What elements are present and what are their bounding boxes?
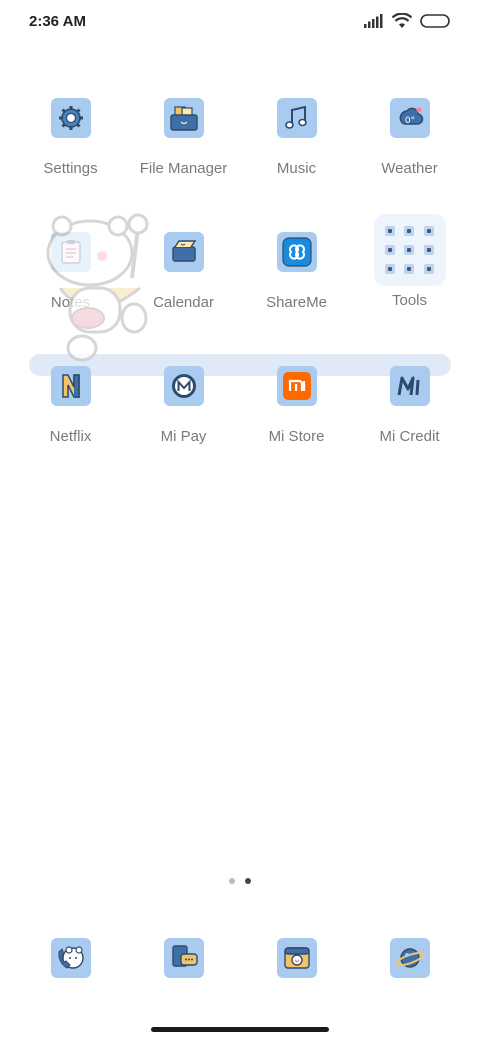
browser-planet-icon xyxy=(389,938,430,978)
dock-camera[interactable] xyxy=(240,936,353,978)
app-label: Calendar xyxy=(153,294,214,311)
signal-icon xyxy=(364,14,383,28)
status-bar: 2:36 AM xyxy=(0,0,480,44)
phone-icon xyxy=(50,938,91,978)
app-netflix[interactable]: Netflix xyxy=(14,364,127,498)
app-mi-pay[interactable]: Mi Pay xyxy=(127,364,240,498)
gear-icon xyxy=(50,98,91,138)
app-file-manager[interactable]: File Manager xyxy=(127,96,240,230)
app-label: Tools xyxy=(391,292,428,309)
app-settings[interactable]: Settings xyxy=(14,96,127,230)
battery-icon xyxy=(420,14,450,28)
svg-text:0°: 0° xyxy=(404,116,414,126)
weather-icon: 0° xyxy=(389,98,430,138)
app-grid: Settings File Manager Music 0° Weather N… xyxy=(14,96,466,498)
folder-icon xyxy=(163,98,204,138)
dock xyxy=(14,936,466,978)
app-label: Mi Store xyxy=(268,428,325,445)
app-label: Notes xyxy=(50,294,91,311)
app-label: File Manager xyxy=(139,160,228,177)
netflix-n-icon xyxy=(50,366,91,406)
dock-browser[interactable] xyxy=(353,936,466,978)
mi-credit-icon xyxy=(389,366,430,406)
mi-pay-icon xyxy=(163,366,204,406)
app-label: Mi Pay xyxy=(160,428,207,445)
infinity-icon xyxy=(276,232,317,272)
status-time: 2:36 AM xyxy=(29,13,86,30)
app-notes[interactable]: Notes xyxy=(14,230,127,364)
mi-store-icon xyxy=(276,366,317,406)
app-mi-credit[interactable]: Mi Credit xyxy=(353,364,466,498)
app-label: Weather xyxy=(381,160,438,177)
camera-icon xyxy=(276,938,317,978)
app-row: Notes Calendar ShareMe Tools xyxy=(14,214,466,364)
app-label: Mi Credit xyxy=(379,428,440,445)
tools-folder-icon xyxy=(373,214,446,286)
dock-phone[interactable] xyxy=(14,936,127,978)
page-indicator xyxy=(0,878,480,884)
app-row: Settings File Manager Music 0° Weather xyxy=(14,96,466,230)
home-indicator[interactable] xyxy=(151,1027,329,1032)
page-dot[interactable] xyxy=(229,878,235,884)
app-mi-store[interactable]: Mi Store xyxy=(240,364,353,498)
notes-icon xyxy=(50,232,91,272)
app-label: Netflix xyxy=(49,428,92,445)
app-music[interactable]: Music xyxy=(240,96,353,230)
messages-icon xyxy=(163,938,204,978)
app-label: Settings xyxy=(43,160,98,177)
app-row: Netflix Mi Pay Mi Store Mi Credit xyxy=(14,364,466,498)
app-calendar[interactable]: Calendar xyxy=(127,230,240,364)
dock-messages[interactable] xyxy=(127,936,240,978)
app-shareme[interactable]: ShareMe xyxy=(240,230,353,364)
app-tools-folder[interactable]: Tools xyxy=(353,214,466,364)
app-weather[interactable]: 0° Weather xyxy=(353,96,466,230)
page-dot-active[interactable] xyxy=(245,878,251,884)
music-note-icon xyxy=(276,98,317,138)
system-icons xyxy=(364,13,452,29)
calendar-icon xyxy=(163,232,204,272)
wifi-icon xyxy=(392,13,412,28)
app-label: Music xyxy=(276,160,317,177)
app-label: ShareMe xyxy=(266,294,327,311)
